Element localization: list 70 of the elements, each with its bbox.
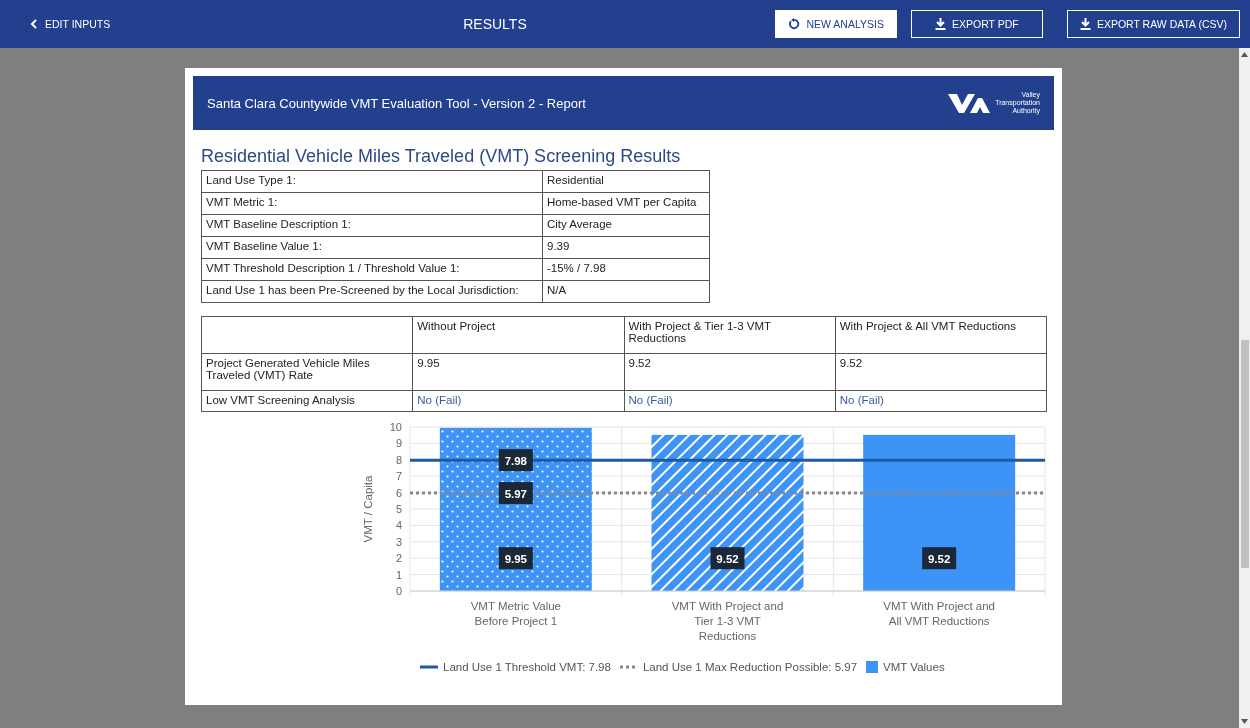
table-cell: No (Fail) — [624, 390, 836, 412]
x-axis-label: VMT Metric Value Before Project 1 — [470, 600, 561, 627]
column-header: With Project & Tier 1-3 VMT Reductions — [624, 316, 836, 354]
table-cell: No (Fail) — [412, 390, 624, 412]
dotted-line-swatch — [619, 664, 638, 670]
chevron-left-icon — [30, 19, 38, 29]
y-tick-label: 2 — [395, 552, 402, 565]
toolbar-button[interactable]: EXPORT PDF — [910, 10, 1043, 38]
y-tick-label: 1 — [395, 568, 402, 581]
x-axis-label: VMT With Project and All VMT Reductions — [883, 600, 995, 627]
y-tick-label: 6 — [395, 486, 402, 499]
data-label: 7.98 — [498, 449, 533, 472]
table-cell: Residential — [542, 170, 710, 193]
report-title: Santa Clara Countywide VMT Evaluation Tool - Version 2 - Report — [207, 95, 586, 111]
download-icon — [935, 18, 947, 30]
page-title: RESULTS — [462, 16, 528, 32]
table-cell: VMT Threshold Description 1 / Threshold Value 1: — [201, 258, 543, 281]
column-header: With Project & All VMT Reductions — [835, 316, 1047, 354]
legend-label: Land Use 1 Threshold VMT: 7.98 — [443, 661, 611, 673]
y-tick-label: 3 — [395, 535, 402, 548]
table-cell: VMT Metric 1: — [201, 192, 543, 215]
table-cell: -15% / 7.98 — [542, 258, 710, 281]
logo-icon — [948, 92, 990, 114]
toolbar-button[interactable]: NEW ANALYSIS — [775, 10, 897, 38]
y-tick-label: 0 — [395, 585, 402, 597]
y-tick-label: 7 — [395, 470, 402, 483]
table-cell: N/A — [542, 280, 710, 303]
legend-label: VMT Values — [883, 661, 945, 673]
y-axis-title: VMT / Capita — [362, 475, 374, 543]
table-cell: 9.39 — [542, 236, 710, 259]
table-cell: Home-based VMT per Capita — [542, 192, 710, 215]
y-tick-label: 10 — [389, 421, 402, 433]
legend-label: Land Use 1 Max Reduction Possible: 5.97 — [642, 661, 858, 673]
download-icon — [1079, 18, 1091, 30]
data-label: 9.52 — [716, 553, 739, 566]
y-tick-label: 4 — [395, 519, 402, 532]
row-header: Low VMT Screening Analysis — [201, 390, 413, 412]
table-cell: 9.95 — [412, 353, 624, 391]
scrollbar[interactable] — [1239, 48, 1250, 728]
annotation: 5.97 — [504, 488, 528, 501]
data-label: 9.52 — [922, 547, 957, 570]
data-label: 9.52 — [710, 547, 745, 570]
table-cell: 9.52 — [835, 353, 1047, 391]
y-tick-label: 8 — [395, 453, 402, 466]
row-header: Project Generated Vehicle Miles Traveled (VMT) Rate — [201, 353, 413, 391]
table-cell: Land Use 1 has been Pre-Screened by the Local Jurisdiction: — [201, 280, 543, 303]
table-cell: 9.52 — [624, 353, 836, 391]
refresh-icon — [788, 18, 801, 30]
table-cell: VMT Baseline Description 1: — [201, 214, 543, 237]
y-tick-label: 9 — [395, 437, 402, 450]
table-cell: VMT Baseline Value 1: — [201, 236, 543, 259]
scroll-down-icon — [1241, 719, 1248, 724]
table-cell: City Average — [542, 214, 710, 237]
column-header: Without Project — [412, 316, 624, 354]
scrollbar-thumb[interactable] — [1241, 340, 1249, 568]
table-cell: No (Fail) — [835, 390, 1047, 412]
data-label: 9.95 — [498, 547, 533, 570]
legend-swatch — [866, 661, 879, 673]
section-heading: Residential Vehicle Miles Traveled (VMT) Screening Results — [201, 146, 682, 167]
data-label: 9.95 — [504, 553, 528, 566]
y-tick-label: 5 — [395, 503, 402, 515]
data-label: 9.52 — [927, 553, 951, 566]
annotation: 7.98 — [504, 455, 528, 468]
toolbar-button[interactable]: EXPORT RAW DATA (CSV) — [1066, 10, 1240, 38]
data-label: 5.97 — [498, 482, 533, 505]
scroll-up-icon — [1241, 52, 1248, 57]
edit-inputs-link[interactable]: EDIT INPUTS — [30, 18, 370, 30]
line-swatch — [420, 664, 438, 670]
x-axis-label: VMT With Project and Tier 1-3 VMT Reductions — [671, 600, 784, 642]
table-cell: Land Use Type 1: — [201, 170, 543, 193]
